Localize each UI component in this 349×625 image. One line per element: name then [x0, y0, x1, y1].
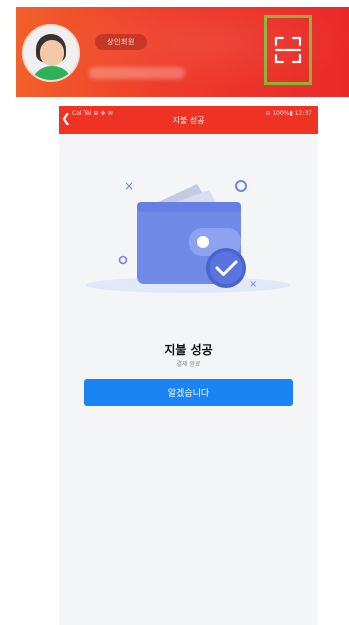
scan-button[interactable] — [264, 15, 312, 85]
profile-banner: 상인회원 — [16, 7, 349, 97]
avatar[interactable] — [22, 24, 80, 82]
svg-text:×: × — [124, 179, 134, 193]
status-indicators-right: ⊙ 100%▮ 12:37 — [265, 110, 312, 117]
qr-scan-icon — [274, 36, 302, 64]
avatar-body — [30, 66, 74, 80]
result-title: 지불 성공 — [164, 343, 213, 357]
result-subtitle: 결제 완료 — [176, 361, 201, 368]
blurred-username — [89, 67, 185, 79]
svg-text:×: × — [249, 279, 257, 290]
member-badge: 상인회원 — [95, 34, 147, 50]
avatar-face — [40, 40, 64, 66]
payment-result-screen: ❮ Cal Tel ⊕ ❖ ✉ 지불 성공 ⊙ 100%▮ 12:37 × × … — [59, 106, 318, 625]
status-bar: ❮ Cal Tel ⊕ ❖ ✉ 지불 성공 ⊙ 100%▮ 12:37 — [59, 106, 318, 134]
confirm-button[interactable]: 알겠습니다 — [84, 379, 293, 406]
wallet-success-icon: × × — [86, 179, 290, 293]
avatar-hair — [36, 34, 66, 62]
